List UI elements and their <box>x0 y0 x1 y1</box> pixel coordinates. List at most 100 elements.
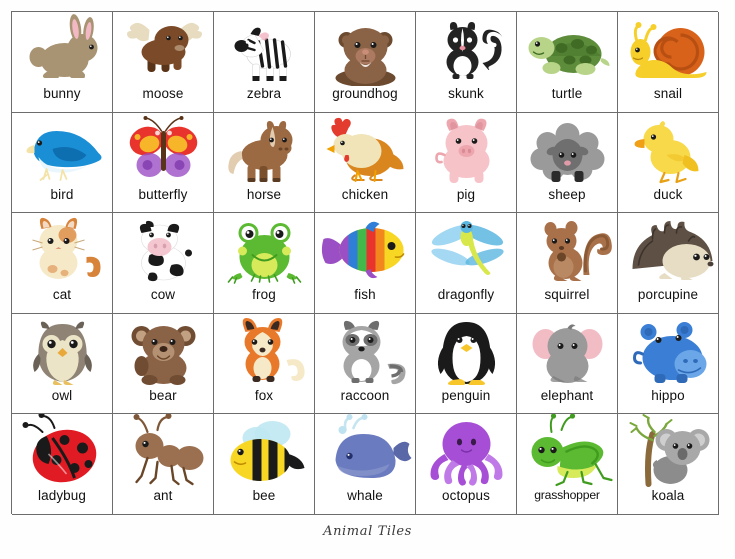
animal-tile-dragonfly[interactable]: dragonfly <box>416 213 517 314</box>
animal-tile-bear[interactable]: bear <box>113 313 214 415</box>
animal-tile-label: bee <box>252 488 276 504</box>
animal-tile-penguin[interactable]: penguin <box>416 313 517 415</box>
animal-tile-ladybug[interactable]: ladybug <box>12 414 113 515</box>
animal-tile-ant[interactable]: ant <box>113 414 214 515</box>
bear-icon <box>113 314 213 388</box>
animal-tile-label: bird <box>50 186 74 202</box>
hippo-icon <box>618 314 718 388</box>
animal-tile-moose[interactable]: moose <box>113 12 214 113</box>
animal-tile-butterfly[interactable]: butterfly <box>113 112 214 214</box>
grasshopper-icon <box>517 414 617 488</box>
cow-icon <box>113 213 213 287</box>
animal-tile-label: koala <box>651 488 685 504</box>
butterfly-icon <box>113 113 213 187</box>
animal-tile-label: elephant <box>540 387 594 403</box>
pig-icon <box>416 113 516 187</box>
animal-tiles-grid: bunny moose zebra groundhog skunk turtle snail… <box>11 11 719 515</box>
animal-tile-label: owl <box>51 387 73 403</box>
animal-tile-fish[interactable]: fish <box>315 213 416 314</box>
bee-icon <box>214 414 314 488</box>
animal-tile-label: skunk <box>448 86 484 101</box>
turtle-icon <box>517 12 617 86</box>
elephant-icon <box>517 314 617 388</box>
animal-tile-cat[interactable]: cat <box>12 213 113 314</box>
animal-tile-porcupine[interactable]: porcupine <box>618 213 719 314</box>
octopus-icon <box>416 414 516 488</box>
animal-tile-cow[interactable]: cow <box>113 213 214 314</box>
animal-tile-label: cow <box>150 287 176 303</box>
owl-icon <box>12 314 112 388</box>
cat-icon <box>12 213 112 287</box>
dragonfly-icon <box>416 213 516 287</box>
animal-tile-label: snail <box>653 86 683 101</box>
animal-tile-label: whale <box>347 488 383 504</box>
animal-tile-bird[interactable]: bird <box>12 112 113 214</box>
animal-tile-label: duck <box>653 186 683 202</box>
animal-tile-label: octopus <box>442 488 490 504</box>
animal-tile-whale[interactable]: whale <box>315 414 416 515</box>
squirrel-icon <box>517 213 617 287</box>
sheet-caption: Animal Tiles <box>323 524 412 539</box>
animal-tile-elephant[interactable]: elephant <box>517 313 618 415</box>
animal-tile-pig[interactable]: pig <box>416 112 517 214</box>
animal-tile-label: groundhog <box>332 86 398 101</box>
animal-tile-groundhog[interactable]: groundhog <box>315 12 416 113</box>
animal-tile-grasshopper[interactable]: grasshopper <box>517 414 618 515</box>
animal-tile-snail[interactable]: snail <box>618 12 719 113</box>
animal-tile-label: butterfly <box>138 186 188 202</box>
moose-icon <box>113 12 213 86</box>
animal-tile-chicken[interactable]: chicken <box>315 112 416 214</box>
animal-tiles-sheet: bunny moose zebra groundhog skunk turtle snail… <box>0 0 735 559</box>
animal-tile-label: chicken <box>341 186 389 202</box>
animal-tile-owl[interactable]: owl <box>12 313 113 415</box>
animal-tile-label: dragonfly <box>437 287 495 303</box>
animal-tile-skunk[interactable]: skunk <box>416 12 517 113</box>
animal-tile-label: penguin <box>441 387 491 403</box>
skunk-icon <box>416 12 516 86</box>
animal-tile-label: zebra <box>246 86 282 101</box>
frog-icon <box>214 213 314 287</box>
animal-tile-label: bear <box>149 387 177 403</box>
animal-tile-squirrel[interactable]: squirrel <box>517 213 618 314</box>
animal-tile-label: fish <box>354 287 376 303</box>
chicken-icon <box>315 113 415 187</box>
whale-icon <box>315 414 415 488</box>
sheep-icon <box>517 113 617 187</box>
animal-tile-hippo[interactable]: hippo <box>618 313 719 415</box>
animal-tile-bee[interactable]: bee <box>214 414 315 515</box>
horse-icon <box>214 113 314 187</box>
koala-icon <box>618 414 718 488</box>
animal-tile-duck[interactable]: duck <box>618 112 719 214</box>
animal-tile-label: squirrel <box>544 287 590 303</box>
animal-tile-label: fox <box>254 387 274 403</box>
animal-tile-raccoon[interactable]: raccoon <box>315 313 416 415</box>
animal-tile-label: turtle <box>551 86 583 101</box>
ant-icon <box>113 414 213 488</box>
animal-tile-label: bunny <box>43 86 81 101</box>
bird-icon <box>12 113 112 187</box>
bunny-icon <box>12 12 112 86</box>
fox-icon <box>214 314 314 388</box>
animal-tile-label: hippo <box>651 387 685 403</box>
animal-tile-label: ladybug <box>38 488 86 504</box>
animal-tile-label: grasshopper <box>534 488 600 503</box>
animal-tile-sheep[interactable]: sheep <box>517 112 618 214</box>
animal-tile-frog[interactable]: frog <box>214 213 315 314</box>
animal-tile-koala[interactable]: koala <box>618 414 719 515</box>
animal-tile-bunny[interactable]: bunny <box>12 12 113 113</box>
animal-tile-turtle[interactable]: turtle <box>517 12 618 113</box>
animal-tile-fox[interactable]: fox <box>214 313 315 415</box>
zebra-icon <box>214 12 314 86</box>
animal-tile-horse[interactable]: horse <box>214 112 315 214</box>
duck-icon <box>618 113 718 187</box>
penguin-icon <box>416 314 516 388</box>
animal-tile-label: frog <box>252 287 276 303</box>
fish-icon <box>315 213 415 287</box>
animal-tile-octopus[interactable]: octopus <box>416 414 517 515</box>
ladybug-icon <box>12 414 112 488</box>
animal-tile-label: horse <box>246 186 282 202</box>
animal-tile-label: pig <box>456 186 476 202</box>
animal-tile-zebra[interactable]: zebra <box>214 12 315 113</box>
animal-tile-label: cat <box>52 287 72 303</box>
animal-tile-label: moose <box>142 86 184 101</box>
